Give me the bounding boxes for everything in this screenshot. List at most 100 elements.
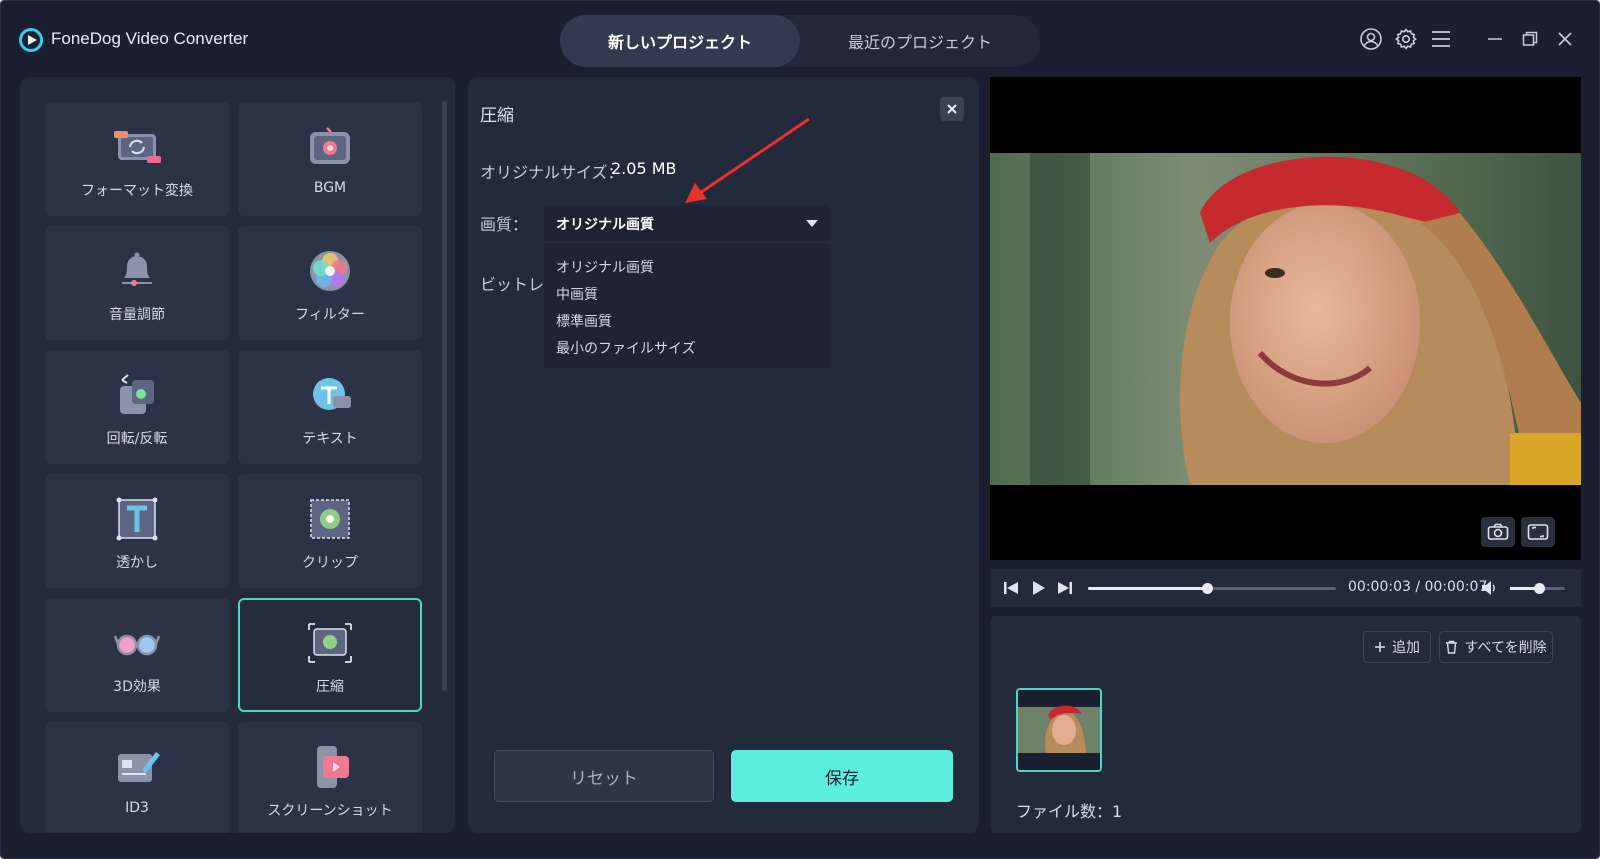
user-account-button[interactable]	[1357, 25, 1385, 53]
file-thumbnail[interactable]	[1016, 688, 1102, 772]
quality-dropdown: オリジナル画質 中画質 標準画質 最小のファイルサイズ	[544, 243, 829, 368]
watermark-icon	[116, 497, 158, 541]
quality-option-smallest[interactable]: 最小のファイルサイズ	[556, 338, 696, 358]
tool-screenshot[interactable]: スクリーンショット	[238, 722, 422, 833]
tab-new-project[interactable]: 新しいプロジェクト	[560, 15, 800, 67]
progress-fill	[1088, 587, 1208, 590]
quality-option-medium[interactable]: 中画質	[556, 284, 598, 304]
save-button[interactable]: 保存	[731, 750, 953, 802]
fullscreen-button[interactable]	[1521, 517, 1555, 547]
close-icon	[1558, 32, 1572, 46]
tools-scrollbar[interactable]	[442, 101, 447, 691]
tool-label: ID3	[125, 800, 149, 816]
original-size-label: オリジナルサイズ：	[480, 163, 624, 182]
text-icon	[313, 378, 351, 410]
volume-handle[interactable]	[1533, 583, 1545, 594]
thumbnail-image	[1018, 690, 1100, 770]
tool-label: 圧縮	[316, 679, 344, 695]
file-count-value: 1	[1112, 802, 1123, 821]
tool-crop[interactable]: クリップ	[238, 474, 422, 588]
skip-back-icon[interactable]	[1002, 579, 1020, 597]
file-count: ファイル数：1	[1016, 798, 1122, 822]
rotate-icon	[120, 374, 154, 414]
tool-label: テキスト	[302, 431, 358, 447]
id3-icon	[118, 752, 160, 782]
video-frame-image	[990, 153, 1581, 485]
progress-handle[interactable]	[1202, 583, 1214, 594]
delete-all-button[interactable]: すべてを削除	[1439, 631, 1553, 663]
volume-bell-icon	[122, 252, 152, 286]
tool-filter[interactable]: フィルター	[238, 226, 422, 340]
menu-icon	[1432, 31, 1450, 47]
restore-button[interactable]	[1516, 25, 1544, 53]
app-title: FoneDog Video Converter	[51, 29, 249, 48]
volume-slider[interactable]	[1510, 583, 1565, 594]
compress-icon	[308, 623, 352, 663]
quality-option-standard[interactable]: 標準画質	[556, 311, 612, 331]
tool-label: フィルター	[295, 307, 365, 323]
tool-id3[interactable]: ID3	[45, 722, 229, 833]
tools-panel: フォーマット変換 BGM 音量調節 フィルター 回転/反転 テキスト 透かし ク…	[20, 77, 455, 833]
tool-volume[interactable]: 音量調節	[45, 226, 229, 340]
tool-label: スクリーンショット	[267, 803, 393, 819]
minimize-button[interactable]	[1481, 25, 1509, 53]
quality-option-original[interactable]: オリジナル画質	[556, 257, 654, 277]
app-logo-icon	[19, 28, 43, 52]
reset-button[interactable]: リセット	[494, 750, 714, 802]
tool-label: 3D効果	[113, 679, 161, 695]
project-tabs: 新しいプロジェクト 最近のプロジェクト	[560, 15, 1040, 67]
quality-selected-value: オリジナル画質	[556, 217, 654, 233]
camera-icon	[1487, 523, 1509, 540]
panel-title: 圧縮	[480, 106, 514, 126]
original-size-value: 2.05 MB	[611, 159, 677, 178]
restore-icon	[1522, 31, 1538, 46]
file-list-panel: 追加 すべてを削除 ファイル数：1	[990, 616, 1581, 833]
snapshot-button[interactable]	[1481, 517, 1515, 547]
tool-label: 音量調節	[109, 307, 165, 323]
player-controls: 00:00:03 / 00:00:07	[990, 569, 1581, 607]
tool-bgm[interactable]: BGM	[238, 102, 422, 216]
trash-icon	[1446, 640, 1458, 654]
compress-panel: 圧縮 オリジナルサイズ： 2.05 MB 画質： オリジナル画質 ビットレート …	[468, 77, 979, 833]
tool-label: 回転/反転	[106, 431, 168, 447]
close-panel-button[interactable]	[940, 97, 964, 121]
plus-icon	[1375, 642, 1385, 652]
add-file-label: 追加	[1392, 640, 1420, 656]
close-icon	[947, 104, 957, 114]
playback-time: 00:00:03 / 00:00:07	[1348, 579, 1488, 595]
chevron-down-icon	[806, 220, 818, 227]
format-convert-icon	[114, 131, 161, 163]
file-count-label: ファイル数：	[1016, 802, 1113, 821]
music-icon	[310, 127, 350, 164]
add-file-button[interactable]: 追加	[1363, 631, 1431, 663]
quality-label: 画質：	[480, 215, 529, 234]
crop-icon	[310, 499, 350, 539]
fullscreen-icon	[1527, 524, 1549, 540]
user-icon	[1360, 28, 1382, 50]
settings-button[interactable]	[1392, 25, 1420, 53]
tool-format-convert[interactable]: フォーマット変換	[45, 102, 229, 216]
playback-progress-slider[interactable]	[1088, 583, 1336, 594]
play-icon[interactable]	[1029, 579, 1047, 597]
annotation-arrow	[685, 117, 810, 203]
volume-icon[interactable]	[1480, 579, 1498, 597]
tab-recent-projects[interactable]: 最近のプロジェクト	[800, 15, 1040, 67]
skip-forward-icon[interactable]	[1056, 579, 1074, 597]
quality-select[interactable]: オリジナル画質	[544, 205, 829, 241]
tool-watermark[interactable]: 透かし	[45, 474, 229, 588]
tool-label: フォーマット変換	[81, 183, 193, 199]
minimize-icon	[1488, 38, 1502, 40]
app-window: FoneDog Video Converter 新しいプロジェクト 最近のプロジ…	[0, 0, 1600, 859]
tool-compress[interactable]: 圧縮	[238, 598, 422, 712]
tool-3d[interactable]: 3D効果	[45, 598, 229, 712]
screenshot-icon	[317, 746, 349, 788]
title-bar: FoneDog Video Converter 新しいプロジェクト 最近のプロジ…	[1, 1, 1599, 75]
menu-button[interactable]	[1427, 25, 1455, 53]
video-preview[interactable]	[990, 77, 1581, 560]
bitrate-label: ビットレート	[480, 275, 544, 294]
tool-text[interactable]: テキスト	[238, 350, 422, 464]
close-window-button[interactable]	[1551, 25, 1579, 53]
3d-glasses-icon	[113, 634, 161, 656]
tool-label: クリップ	[302, 555, 358, 571]
tool-rotate[interactable]: 回転/反転	[45, 350, 229, 464]
